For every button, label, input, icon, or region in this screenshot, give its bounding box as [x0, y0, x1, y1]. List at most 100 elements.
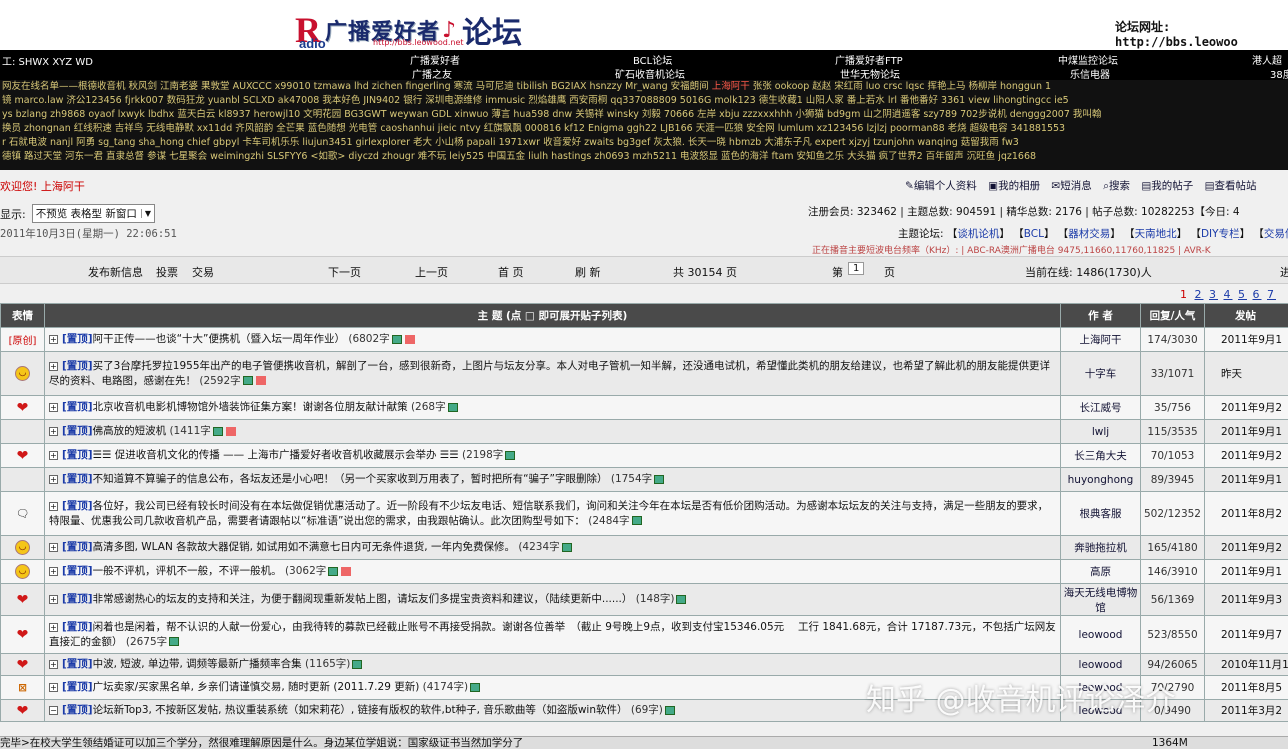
expand-icon[interactable]: +: [49, 451, 58, 460]
expand-icon[interactable]: +: [49, 543, 58, 552]
topic-title-link[interactable]: 佛高放的短波机: [93, 425, 167, 437]
nav-link[interactable]: 38度: [1270, 66, 1288, 81]
first-page-button[interactable]: 首 页: [498, 264, 524, 280]
expand-icon[interactable]: +: [49, 335, 58, 344]
nav-link[interactable]: 矿石收音机论坛: [615, 66, 685, 81]
expand-icon[interactable]: +: [49, 403, 58, 412]
expand-icon[interactable]: −: [49, 706, 58, 715]
nav-link[interactable]: BCL论坛: [633, 52, 672, 67]
author-link[interactable]: 十字车: [1060, 351, 1141, 396]
online-users-line: 德镇 路过天堂 河东一君 直隶总督 参谋 七星聚会 weimingzhi SLS…: [2, 151, 1037, 162]
my-posts-link[interactable]: ▤我的帖子: [1141, 180, 1193, 192]
expand-icon[interactable]: +: [49, 595, 58, 604]
topic-table: 表情 主 题 (点 □ 即可展开贴子列表) 作 者 回复/人气 发帖 [原创] +…: [0, 303, 1288, 722]
author-link[interactable]: 高原: [1060, 559, 1141, 584]
author-link[interactable]: 长三角大夫: [1060, 443, 1141, 468]
table-row[interactable]: ❤ + [置顶]☰☰ 促进收音机文化的传播 —— 上海市广播爱好者收音机收藏展示会举…: [0, 443, 1288, 468]
expand-icon[interactable]: +: [49, 660, 58, 669]
expand-icon[interactable]: +: [49, 361, 58, 371]
nav-link[interactable]: 乐信电器: [1070, 66, 1110, 81]
table-row[interactable]: ❤ + [置顶]非常感谢热心的坛友的支持和关注，为便于翻阅现重新发帖上图，请坛友们多…: [0, 583, 1288, 616]
topic-title-link[interactable]: 阿干正传——也谈“十大”便携机（暨入坛一周年作业）: [93, 333, 345, 345]
author-link[interactable]: leowood: [1060, 653, 1141, 676]
author-link[interactable]: 长江威号: [1060, 395, 1141, 420]
page-suffix: 页: [884, 266, 895, 279]
table-row[interactable]: ◡ + [置顶]买了3台摩托罗拉1955年出产的电子管便携收音机，解剖了一台，感到很…: [0, 351, 1288, 396]
page-number-input[interactable]: 1: [848, 262, 865, 275]
view-posts-link[interactable]: ▤查看帖站: [1205, 180, 1257, 192]
table-row[interactable]: ◡ + [置顶]高清多图, WLAN 各款故大器促销, 如试用如不满意七日内可无条件…: [0, 535, 1288, 560]
status-text: 完毕>在校大学生领结婚证可以加三个学分，然很难理解原因是什么。身边某位学姐说：国…: [0, 737, 524, 749]
forum-logo[interactable]: R adio 广播爱好者 http://bbs.leowood.net ♪ 论坛: [295, 8, 522, 52]
album-link[interactable]: ▣我的相册: [988, 180, 1040, 192]
table-row[interactable]: ◡ + [置顶]一般不评机，评机不一般，不评一般机。 (3062字 高原 146/391…: [0, 559, 1288, 584]
expand-icon[interactable]: +: [49, 567, 58, 576]
go-button[interactable]: 进: [1280, 264, 1288, 280]
refresh-button[interactable]: 刷 新: [575, 264, 601, 280]
expand-icon[interactable]: +: [49, 475, 58, 484]
table-row[interactable]: + [置顶]不知道算不算骗子的信息公布，各坛友还是小心吧！（另一个买家收到万用表了…: [0, 467, 1288, 492]
topic-title-link[interactable]: 论坛新Top3, 不按新区发帖, 热议重装系统（如宋莉花）, 链接有版权的软件,…: [93, 704, 628, 716]
page-link[interactable]: 6: [1253, 288, 1262, 301]
theme-link[interactable]: 交易信: [1264, 228, 1288, 240]
messages-link[interactable]: ✉短消息: [1051, 180, 1091, 192]
author-link[interactable]: 奔驰拖拉机: [1060, 535, 1141, 560]
page-link[interactable]: 3: [1209, 288, 1218, 301]
author-link[interactable]: 海天无线电博物馆: [1060, 583, 1141, 616]
edit-profile-link[interactable]: ✎编辑个人资料: [905, 180, 977, 192]
topic-title-link[interactable]: 中波, 短波, 单边带, 调频等最新广播频率合集: [93, 658, 302, 670]
nav-link[interactable]: 广播之友: [412, 66, 452, 81]
reply-views: 502/12352: [1140, 491, 1205, 536]
search-link[interactable]: ⌕搜索: [1103, 180, 1130, 192]
topic-title-link[interactable]: 广坛卖家/买家黑名单, 乡亲们请谨慎交易, 随时更新 (2011.7.29 更新…: [93, 681, 420, 693]
next-page-button[interactable]: 下一页: [328, 264, 361, 280]
table-row[interactable]: ❤ + [置顶]中波, 短波, 单边带, 调频等最新广播频率合集 (1165字) le…: [0, 653, 1288, 676]
nav-link[interactable]: 世华无物论坛: [840, 66, 900, 81]
nav-link[interactable]: 广播爱好者: [410, 52, 460, 67]
topic-title-link[interactable]: 非常感谢热心的坛友的支持和关注，为便于翻阅现重新发帖上图，请坛友们多提宝贵资料和…: [93, 593, 633, 605]
table-row[interactable]: [原创] + [置顶]阿干正传——也谈“十大”便携机（暨入坛一周年作业） (6802…: [0, 327, 1288, 352]
post-new-button[interactable]: 发布新信息: [88, 264, 143, 280]
theme-link[interactable]: 天南地北: [1135, 228, 1177, 240]
table-row[interactable]: + [置顶]佛高放的短波机 (1411字 lwlj 115/3535 2011年9月1: [0, 419, 1288, 444]
topic-title-link[interactable]: 不知道算不算骗子的信息公布，各坛友还是小心吧！（另一个买家收到万用表了，暂时把所…: [93, 473, 608, 485]
expand-icon[interactable]: +: [49, 427, 58, 436]
author-link[interactable]: leowood: [1060, 615, 1141, 654]
author-link[interactable]: 上海阿干: [1060, 327, 1141, 352]
topic-title-link[interactable]: ☰☰ 促进收音机文化的传播 —— 上海市广播爱好者收音机收藏展示会举办 ☰☰: [93, 449, 459, 461]
page-link[interactable]: 5: [1238, 288, 1247, 301]
nav-link[interactable]: 中煤监控论坛: [1058, 52, 1118, 67]
theme-link[interactable]: BCL: [1024, 228, 1044, 240]
page-link[interactable]: 7: [1267, 288, 1276, 301]
prev-page-button[interactable]: 上一页: [415, 264, 448, 280]
topic-title-link[interactable]: 闲着也是闲着，帮不认识的人献一份爱心，由我待转的募款已经截止账号不再接受捐款。谢…: [49, 621, 1056, 648]
page-link[interactable]: 4: [1224, 288, 1233, 301]
emotion-cell: ❤: [0, 395, 45, 420]
post-date: 2011年9月2: [1204, 443, 1288, 468]
topic-title-link[interactable]: 北京收音机电影机博物馆外墙装饰征集方案！谢谢各位朋友献计献策: [93, 401, 408, 413]
expand-icon[interactable]: +: [49, 683, 58, 692]
heart-icon: ❤: [16, 702, 29, 719]
table-row[interactable]: ❤ + [置顶]北京收音机电影机博物馆外墙装饰征集方案！谢谢各位朋友献计献策 (26…: [0, 395, 1288, 420]
author-link[interactable]: huyonghong: [1060, 467, 1141, 492]
topic-title-link[interactable]: 各位好，我公司已经有较长时间没有在本坛做促销优惠活动了。近一阶段有不少坛友电话、…: [49, 500, 1048, 527]
topic-title-link[interactable]: 一般不评机，评机不一般，不评一般机。: [93, 565, 282, 577]
column-header: 作 者: [1060, 303, 1141, 328]
theme-link[interactable]: 器材交易: [1068, 228, 1110, 240]
author-link[interactable]: lwlj: [1060, 419, 1141, 444]
nav-link[interactable]: 广播爱好者FTP: [835, 52, 903, 67]
expand-icon[interactable]: +: [49, 501, 58, 511]
theme-link[interactable]: DIY专栏: [1201, 228, 1240, 240]
table-row[interactable]: 🗨 + [置顶]各位好，我公司已经有较长时间没有在本坛做促销优惠活动了。近一阶段有不…: [0, 491, 1288, 536]
theme-link[interactable]: 谈机论机: [957, 228, 999, 240]
vote-button[interactable]: 投票: [156, 264, 178, 280]
trade-button[interactable]: 交易: [192, 264, 214, 280]
topic-title-link[interactable]: 高清多图, WLAN 各款故大器促销, 如试用如不满意七日内可无条件退货, 一年…: [93, 541, 515, 553]
author-link[interactable]: 根典客服: [1060, 491, 1141, 536]
current-user-highlight[interactable]: 上海阿干: [712, 81, 750, 92]
page-link[interactable]: 2: [1195, 288, 1204, 301]
display-select[interactable]: 不预览 表格型 新窗口 ▼: [31, 204, 156, 223]
table-row[interactable]: ❤ + [置顶]闲着也是闲着，帮不认识的人献一份爱心，由我待转的募款已经截止账号不再…: [0, 615, 1288, 654]
nav-link[interactable]: 港人超: [1252, 52, 1282, 67]
expand-icon[interactable]: +: [49, 622, 58, 632]
